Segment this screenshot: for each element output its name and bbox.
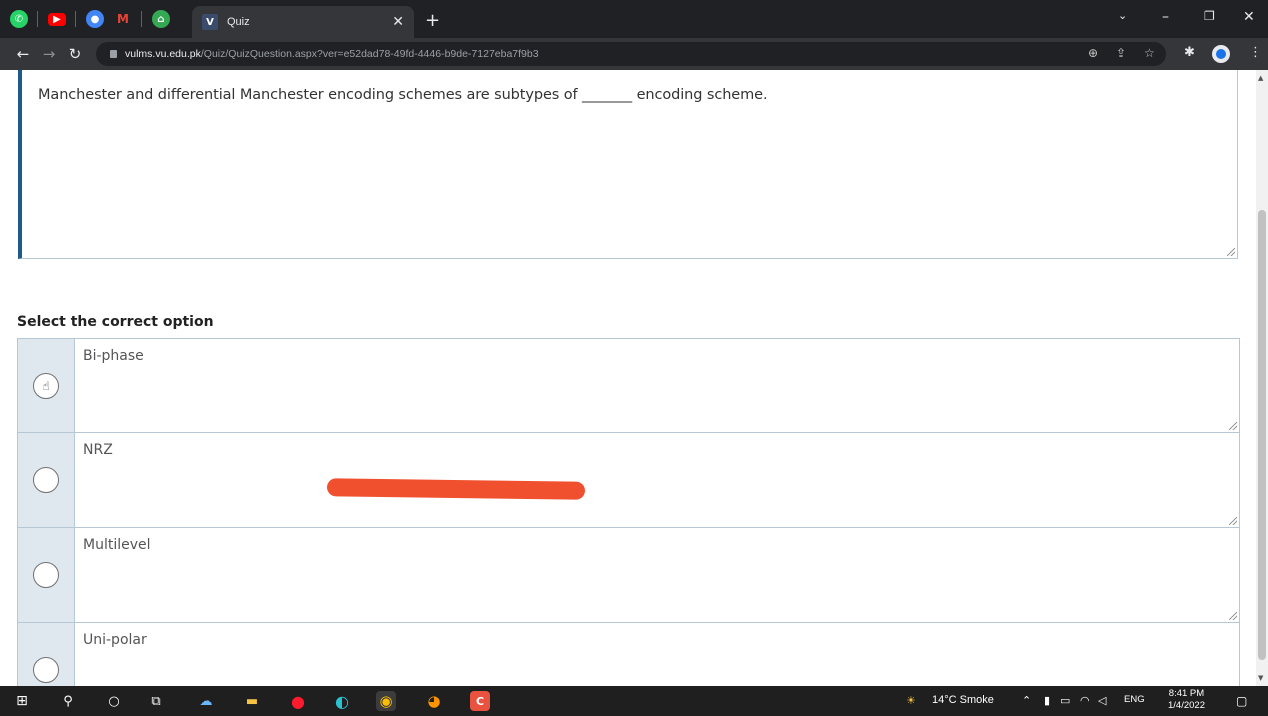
resize-grip-icon[interactable] (1229, 422, 1237, 430)
url-path: /Quiz/QuizQuestion.aspx?ver=e52dad78-49f… (200, 48, 539, 60)
mouse-cursor-icon: ☝ (42, 378, 50, 393)
app-c-icon[interactable]: C (470, 691, 490, 711)
windows-start-icon[interactable]: ⊞ (12, 691, 32, 711)
resize-grip-icon[interactable] (1229, 517, 1237, 525)
chrome-taskbar-icon[interactable]: ◉ (376, 691, 396, 711)
back-icon[interactable]: ← (14, 45, 32, 63)
option-radio[interactable] (33, 657, 59, 683)
resize-grip-icon[interactable] (1229, 612, 1237, 620)
menu-kebab-icon[interactable]: ⋮ (1249, 45, 1262, 60)
restore-icon[interactable]: ❐ (1204, 9, 1215, 23)
page-scrollbar[interactable]: ▲ ▼ (1256, 70, 1268, 686)
radio-cell: ☝ (18, 339, 75, 432)
address-bar[interactable]: vulms.vu.edu.pk /Quiz/QuizQuestion.aspx?… (96, 42, 1166, 66)
firefox-icon[interactable]: ◕ (424, 691, 444, 711)
option-row[interactable]: Uni-polar (17, 623, 1240, 686)
tab-separator (141, 11, 142, 27)
tray-chevron-icon[interactable]: ⌃ (1022, 694, 1031, 707)
radio-cell (18, 528, 75, 622)
option-row[interactable]: ☝ Bi-phase (17, 338, 1240, 433)
tab-separator (37, 11, 38, 27)
scroll-down-icon[interactable]: ▼ (1258, 674, 1263, 682)
tab-separator (75, 11, 76, 27)
annotation-scribble (326, 478, 586, 500)
option-row[interactable]: Multilevel (17, 528, 1240, 623)
clock[interactable]: 8:41 PM 1/4/2022 (1168, 688, 1205, 712)
battery-icon[interactable]: ▭ (1060, 694, 1070, 707)
language-indicator[interactable]: ENG (1124, 694, 1145, 705)
search-icon[interactable]: ⚲ (58, 691, 78, 711)
tab-title: Quiz (227, 16, 250, 28)
gmail-icon[interactable]: M (114, 10, 132, 28)
extensions-icon[interactable]: ✱ (1184, 45, 1195, 60)
radio-cell (18, 623, 75, 686)
option-radio[interactable] (33, 467, 59, 493)
file-explorer-icon[interactable]: ▬ (242, 691, 262, 711)
option-label: Uni-polar (83, 632, 147, 648)
option-label: NRZ (83, 442, 113, 458)
option-radio[interactable]: ☝ (33, 372, 59, 399)
scroll-up-icon[interactable]: ▲ (1258, 74, 1263, 82)
scrollbar-thumb[interactable] (1258, 210, 1266, 660)
quiz-page: Manchester and differential Manchester e… (0, 70, 1256, 686)
option-text-area: Multilevel (75, 528, 1239, 622)
forward-icon[interactable]: → (40, 45, 58, 63)
whatsapp-icon[interactable]: ✆ (10, 10, 28, 28)
weather-widget-icon[interactable]: ☁ (196, 691, 216, 711)
lock-icon (110, 50, 117, 58)
weather-icon: ☀ (906, 695, 916, 707)
option-label: Multilevel (83, 537, 151, 553)
new-tab-icon[interactable]: + (425, 10, 440, 31)
option-text-area: Bi-phase (75, 339, 1239, 432)
resize-grip-icon[interactable] (1227, 248, 1235, 256)
volume-icon[interactable]: ◁ (1098, 694, 1106, 707)
option-label: Bi-phase (83, 348, 144, 364)
close-window-icon[interactable]: ✕ (1243, 9, 1255, 25)
tab-search-icon[interactable]: ⌄ (1118, 9, 1127, 22)
share-icon[interactable]: ⇪ (1116, 46, 1126, 60)
option-radio[interactable] (33, 562, 59, 588)
browser-toolbar: ← → ↻ vulms.vu.edu.pk /Quiz/QuizQuestion… (0, 38, 1268, 70)
reload-icon[interactable]: ↻ (66, 45, 84, 63)
tab-quiz[interactable]: V Quiz ✕ (192, 6, 414, 38)
youtube-icon[interactable]: ▶ (48, 12, 66, 26)
clock-time: 8:41 PM (1168, 688, 1205, 699)
mic-icon[interactable]: ▮ (1044, 694, 1050, 707)
option-text-area: NRZ (75, 433, 1239, 527)
minimize-icon[interactable]: – (1162, 9, 1169, 25)
edge-icon[interactable]: ◐ (332, 691, 352, 711)
radio-cell (18, 433, 75, 527)
close-tab-icon[interactable]: ✕ (392, 14, 404, 30)
weather-text[interactable]: 14°C Smoke (932, 694, 994, 706)
question-textarea: Manchester and differential Manchester e… (18, 70, 1238, 259)
cortana-icon[interactable]: ○ (104, 691, 124, 711)
task-view-icon[interactable]: ⧉ (146, 691, 166, 711)
select-option-heading: Select the correct option (17, 314, 214, 330)
opera-icon[interactable]: ● (288, 691, 308, 711)
question-text: Manchester and differential Manchester e… (38, 87, 768, 103)
url-host: vulms.vu.edu.pk (125, 48, 201, 60)
app-icon[interactable]: ⌂ (152, 10, 170, 28)
wifi-icon[interactable]: ◠ (1080, 694, 1090, 707)
chrome-icon[interactable]: ● (86, 10, 104, 28)
option-row[interactable]: NRZ (17, 433, 1240, 528)
clock-date: 1/4/2022 (1168, 700, 1205, 711)
windows-taskbar: ⊞ ⚲ ○ ⧉ ☁ ▬ ● ◐ ◉ ◕ C ☀ 14°C Smoke ⌃ ▮ ▭… (0, 686, 1268, 716)
option-text-area: Uni-polar (75, 623, 1239, 686)
zoom-icon[interactable]: ⊕ (1088, 46, 1098, 60)
vu-favicon-icon: V (202, 14, 218, 30)
bookmark-star-icon[interactable]: ☆ (1144, 46, 1155, 60)
notification-icon[interactable]: ▢ (1236, 694, 1247, 708)
profile-avatar[interactable] (1212, 45, 1230, 63)
browser-tabstrip: ✆ ▶ ● M ⌂ V Quiz ✕ + ⌄ – ❐ ✕ (0, 0, 1268, 38)
options-list: ☝ Bi-phase NRZ Multilevel Uni-polar (17, 338, 1240, 686)
